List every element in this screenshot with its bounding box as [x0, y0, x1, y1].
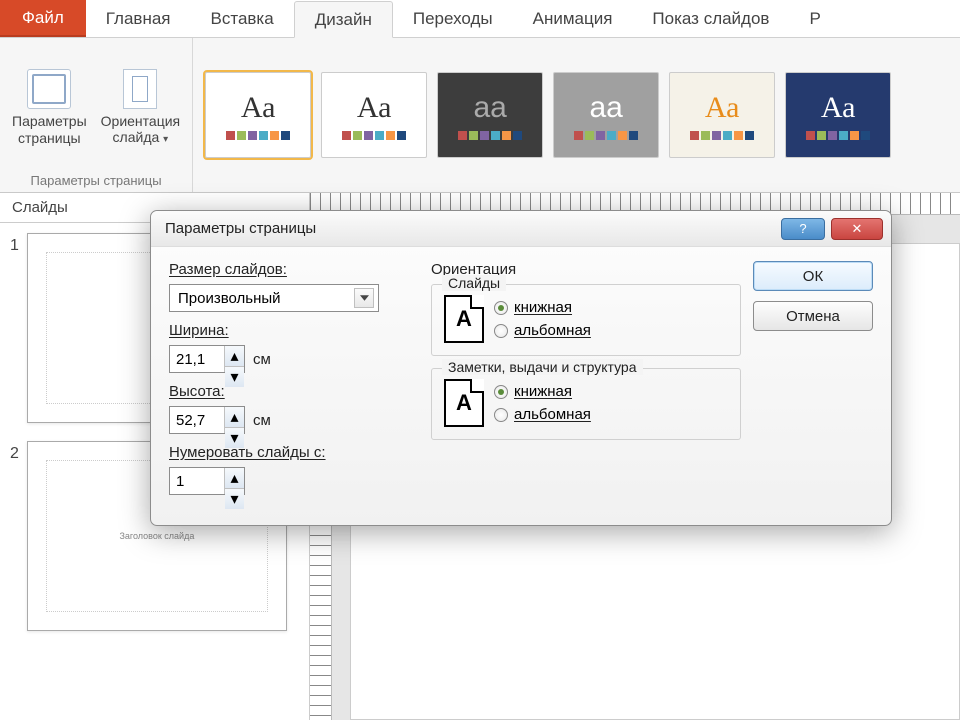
radio-label: альбомная: [514, 322, 591, 339]
tab-home-label: Главная: [106, 9, 171, 29]
portrait-icon: A: [444, 295, 484, 343]
size-value: Произвольный: [178, 290, 281, 307]
tab-insert-label: Вставка: [211, 9, 274, 29]
orientation-label2: слайда: [113, 129, 160, 145]
slides-tab-label: Слайды: [12, 199, 68, 216]
spin-down-icon[interactable]: ▾: [225, 367, 244, 387]
tab-file-label: Файл: [22, 8, 64, 28]
theme-item-6[interactable]: Аа: [785, 72, 891, 158]
width-spinner[interactable]: 21,1 ▴▾: [169, 345, 245, 373]
theme-item-3[interactable]: Aa: [437, 72, 543, 158]
height-value: 52,7: [170, 407, 224, 433]
slides-landscape-radio[interactable]: альбомная: [494, 322, 591, 339]
themes-gallery: Аа Аа Aa Aa Аа Аа: [193, 38, 903, 192]
notes-legend: Заметки, выдачи и структура: [442, 359, 643, 375]
theme-item-4[interactable]: Aa: [553, 72, 659, 158]
tab-file[interactable]: Файл: [0, 0, 86, 37]
theme-sample: Аа: [241, 91, 276, 125]
tab-transitions-label: Переходы: [413, 9, 493, 29]
ribbon: Параметрыстраницы Ориентацияслайда ▾ Пар…: [0, 38, 960, 193]
spin-down-icon[interactable]: ▾: [225, 489, 244, 509]
tab-design[interactable]: Дизайн: [294, 1, 393, 38]
slide-number: 2: [10, 441, 19, 463]
number-label: Нумеровать слайды с:: [169, 444, 419, 461]
spin-up-icon[interactable]: ▴: [225, 407, 244, 428]
slides-orientation-group: Слайды A книжная альбомная: [431, 284, 741, 356]
cancel-label: Отмена: [786, 308, 840, 325]
slides-legend: Слайды: [442, 275, 506, 291]
tab-home[interactable]: Главная: [86, 0, 191, 37]
height-label: Высота:: [169, 383, 419, 400]
chevron-down-icon: [354, 288, 374, 308]
theme-sample: Аа: [357, 91, 392, 125]
theme-item-2[interactable]: Аа: [321, 72, 427, 158]
help-icon: ?: [799, 221, 806, 236]
radio-label: альбомная: [514, 406, 591, 423]
spin-up-icon[interactable]: ▴: [225, 346, 244, 367]
page-setup-label1: Параметры: [12, 113, 87, 129]
spin-up-icon[interactable]: ▴: [225, 468, 244, 489]
orientation-label1: Ориентация: [101, 113, 180, 129]
theme-colors: [458, 131, 522, 140]
tab-slideshow[interactable]: Показ слайдов: [632, 0, 789, 37]
theme-sample: Аа: [705, 91, 740, 125]
theme-sample: Аа: [821, 91, 856, 125]
width-unit: см: [253, 351, 271, 368]
radio-icon: [494, 324, 508, 338]
page-setup-icon: [27, 69, 71, 109]
page-setup-dialog: Параметры страницы ? ✕ Размер слайдов: П…: [150, 210, 892, 526]
tab-insert[interactable]: Вставка: [191, 0, 294, 37]
theme-sample: Aa: [473, 91, 506, 125]
theme-item-5[interactable]: Аа: [669, 72, 775, 158]
tab-animations[interactable]: Анимация: [513, 0, 633, 37]
close-icon: ✕: [852, 221, 863, 237]
number-spinner[interactable]: 1 ▴▾: [169, 467, 245, 495]
radio-icon: [494, 408, 508, 422]
width-value: 21,1: [170, 346, 224, 372]
tab-extra-label: Р: [809, 9, 820, 29]
height-unit: см: [253, 412, 271, 429]
theme-colors: [574, 131, 638, 140]
help-button[interactable]: ?: [781, 218, 825, 240]
notes-portrait-radio[interactable]: книжная: [494, 383, 591, 400]
theme-colors: [226, 131, 290, 140]
theme-colors: [342, 131, 406, 140]
width-label: Ширина:: [169, 322, 419, 339]
page-setup-label2: страницы: [18, 130, 81, 146]
theme-colors: [806, 131, 870, 140]
chevron-down-icon: ▾: [163, 134, 168, 145]
size-select[interactable]: Произвольный: [169, 284, 379, 312]
radio-icon: [494, 301, 508, 315]
slide-number: 1: [10, 233, 19, 255]
tab-design-label: Дизайн: [315, 10, 372, 30]
orientation-icon: [123, 69, 157, 109]
cancel-button[interactable]: Отмена: [753, 301, 873, 331]
tab-slideshow-label: Показ слайдов: [652, 9, 769, 29]
orientation-button[interactable]: Ориентацияслайда ▾: [101, 69, 180, 146]
group-page-setup: Параметрыстраницы Ориентацияслайда ▾ Пар…: [0, 38, 193, 192]
portrait-icon: A: [444, 379, 484, 427]
ok-label: ОК: [803, 268, 823, 285]
page-setup-button[interactable]: Параметрыстраницы: [12, 69, 87, 145]
radio-icon: [494, 385, 508, 399]
theme-colors: [690, 131, 754, 140]
size-label: Размер слайдов:: [169, 261, 419, 278]
tab-extra[interactable]: Р: [789, 0, 840, 37]
slides-portrait-radio[interactable]: книжная: [494, 299, 591, 316]
radio-label: книжная: [514, 383, 572, 400]
close-button[interactable]: ✕: [831, 218, 883, 240]
tab-transitions[interactable]: Переходы: [393, 0, 513, 37]
tab-animations-label: Анимация: [533, 9, 613, 29]
dialog-titlebar[interactable]: Параметры страницы ? ✕: [151, 211, 891, 247]
dialog-title: Параметры страницы: [165, 220, 316, 237]
height-spinner[interactable]: 52,7 ▴▾: [169, 406, 245, 434]
notes-landscape-radio[interactable]: альбомная: [494, 406, 591, 423]
theme-item-1[interactable]: Аа: [205, 72, 311, 158]
theme-sample: Aa: [589, 91, 622, 125]
notes-orientation-group: Заметки, выдачи и структура A книжная ал…: [431, 368, 741, 440]
group-label-page-setup: Параметры страницы: [31, 171, 162, 190]
number-value: 1: [170, 468, 224, 494]
ok-button[interactable]: ОК: [753, 261, 873, 291]
radio-label: книжная: [514, 299, 572, 316]
